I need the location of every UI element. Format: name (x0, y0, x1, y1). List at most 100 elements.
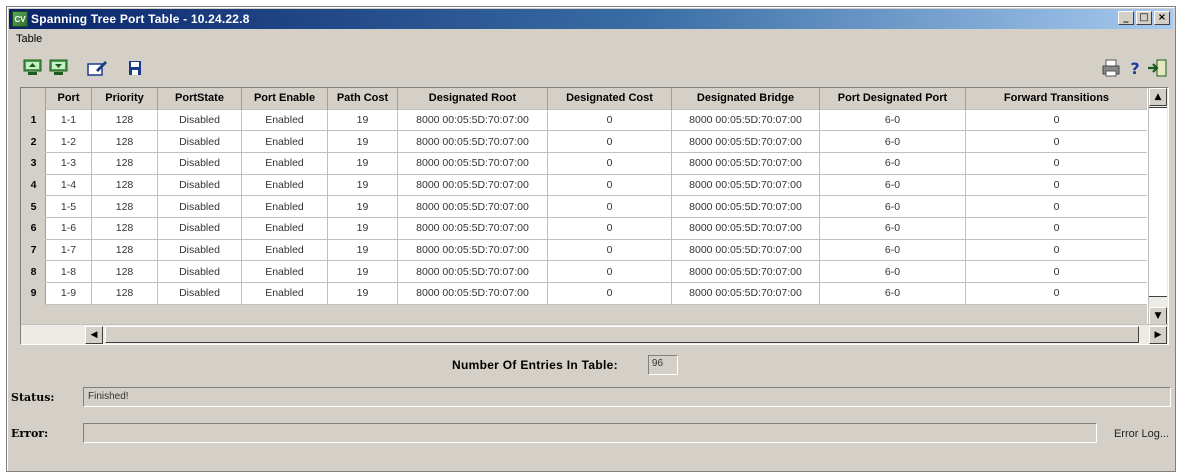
cell-designated-root[interactable]: 8000 00:05:5D:70:07:00 (397, 108, 548, 132)
save-button[interactable] (123, 57, 147, 79)
cell-path-cost[interactable]: 19 (327, 216, 398, 240)
cell-path-cost[interactable]: 19 (327, 260, 398, 283)
edit-button[interactable] (85, 57, 109, 79)
error-log-button[interactable]: Error Log... (1114, 428, 1169, 440)
cell-designated-cost[interactable]: 0 (547, 238, 672, 262)
scroll-left-button[interactable]: ◀ (85, 326, 103, 344)
menu-table[interactable]: Table (13, 33, 45, 45)
cell-port[interactable]: 1-6 (45, 216, 92, 240)
cell-portstate[interactable]: Disabled (157, 151, 242, 175)
cell-designated-root[interactable]: 8000 00:05:5D:70:07:00 (397, 173, 548, 197)
cell-port-enable[interactable]: Enabled (241, 260, 328, 283)
cell-designated-bridge[interactable]: 8000 00:05:5D:70:07:00 (671, 195, 820, 218)
cell-designated-bridge[interactable]: 8000 00:05:5D:70:07:00 (671, 130, 820, 153)
cell-designated-bridge[interactable]: 8000 00:05:5D:70:07:00 (671, 282, 820, 305)
cell-path-cost[interactable]: 19 (327, 195, 398, 218)
cell-designated-root[interactable]: 8000 00:05:5D:70:07:00 (397, 282, 548, 305)
cell-priority[interactable]: 128 (91, 195, 158, 218)
cell-portstate[interactable]: Disabled (157, 238, 242, 262)
vertical-scroll-track[interactable] (1149, 107, 1167, 297)
column-header-path-cost[interactable]: Path Cost (327, 88, 398, 109)
cell-port-designated-port[interactable]: 6-0 (819, 216, 966, 240)
cell-designated-bridge[interactable]: 8000 00:05:5D:70:07:00 (671, 173, 820, 197)
cell-path-cost[interactable]: 19 (327, 282, 398, 305)
cell-designated-cost[interactable]: 0 (547, 108, 672, 132)
cell-designated-root[interactable]: 8000 00:05:5D:70:07:00 (397, 195, 548, 218)
cell-port-designated-port[interactable]: 6-0 (819, 282, 966, 305)
column-header-port-designated-port[interactable]: Port Designated Port (819, 88, 966, 109)
column-header-designated-root[interactable]: Designated Root (397, 88, 548, 109)
cell-designated-cost[interactable]: 0 (547, 173, 672, 197)
cell-priority[interactable]: 128 (91, 216, 158, 240)
table-row[interactable]: 9 1-9 128 Disabled Enabled 19 8000 00:05:5D:70… (21, 282, 1147, 305)
cell-port[interactable]: 1-2 (45, 130, 92, 153)
cell-designated-cost[interactable]: 0 (547, 260, 672, 283)
column-header-priority[interactable]: Priority (91, 88, 158, 109)
cell-forward-transitions[interactable]: 0 (965, 282, 1147, 305)
cell-forward-transitions[interactable]: 0 (965, 260, 1147, 283)
cell-port-designated-port[interactable]: 6-0 (819, 238, 966, 262)
column-header-forward-transitions[interactable]: Forward Transitions (965, 88, 1147, 109)
cell-designated-root[interactable]: 8000 00:05:5D:70:07:00 (397, 238, 548, 262)
help-button[interactable]: ? (1123, 57, 1147, 79)
table-row[interactable]: 6 1-6 128 Disabled Enabled 19 8000 00:05:5D:70… (21, 216, 1147, 240)
cell-priority[interactable]: 128 (91, 238, 158, 262)
cell-designated-bridge[interactable]: 8000 00:05:5D:70:07:00 (671, 238, 820, 262)
cell-priority[interactable]: 128 (91, 260, 158, 283)
cell-designated-cost[interactable]: 0 (547, 195, 672, 218)
close-button[interactable]: × (1154, 11, 1170, 25)
cell-path-cost[interactable]: 19 (327, 130, 398, 153)
cell-port-designated-port[interactable]: 6-0 (819, 130, 966, 153)
cell-port-enable[interactable]: Enabled (241, 216, 328, 240)
cell-priority[interactable]: 128 (91, 282, 158, 305)
table-row[interactable]: 5 1-5 128 Disabled Enabled 19 8000 00:05:5D:70… (21, 195, 1147, 218)
table-row[interactable]: 2 1-2 128 Disabled Enabled 19 8000 00:05:5D:70… (21, 130, 1147, 153)
cell-designated-root[interactable]: 8000 00:05:5D:70:07:00 (397, 216, 548, 240)
column-header-port-enable[interactable]: Port Enable (241, 88, 328, 109)
cell-designated-root[interactable]: 8000 00:05:5D:70:07:00 (397, 151, 548, 175)
cell-priority[interactable]: 128 (91, 108, 158, 132)
cell-path-cost[interactable]: 19 (327, 108, 398, 132)
cell-forward-transitions[interactable]: 0 (965, 238, 1147, 262)
cell-forward-transitions[interactable]: 0 (965, 151, 1147, 175)
cell-port-enable[interactable]: Enabled (241, 130, 328, 153)
column-header-port[interactable]: Port (45, 88, 92, 109)
cell-port[interactable]: 1-3 (45, 151, 92, 175)
cell-port[interactable]: 1-5 (45, 195, 92, 218)
vertical-scrollbar[interactable]: ▲ ▼ (1148, 88, 1168, 325)
cell-portstate[interactable]: Disabled (157, 260, 242, 283)
cell-port-designated-port[interactable]: 6-0 (819, 260, 966, 283)
maximize-button[interactable]: □ (1136, 11, 1152, 25)
cell-port-designated-port[interactable]: 6-0 (819, 151, 966, 175)
cell-designated-bridge[interactable]: 8000 00:05:5D:70:07:00 (671, 216, 820, 240)
cell-portstate[interactable]: Disabled (157, 173, 242, 197)
cell-port-enable[interactable]: Enabled (241, 238, 328, 262)
cell-port-designated-port[interactable]: 6-0 (819, 195, 966, 218)
cell-designated-cost[interactable]: 0 (547, 151, 672, 175)
cell-portstate[interactable]: Disabled (157, 282, 242, 305)
cell-portstate[interactable]: Disabled (157, 108, 242, 132)
column-header-designated-bridge[interactable]: Designated Bridge (671, 88, 820, 109)
cell-portstate[interactable]: Disabled (157, 130, 242, 153)
exit-button[interactable] (1145, 57, 1169, 79)
cell-port-enable[interactable]: Enabled (241, 282, 328, 305)
download-button[interactable] (47, 57, 71, 79)
cell-path-cost[interactable]: 19 (327, 173, 398, 197)
cell-designated-bridge[interactable]: 8000 00:05:5D:70:07:00 (671, 151, 820, 175)
table-row[interactable]: 3 1-3 128 Disabled Enabled 19 8000 00:05:5D:70… (21, 151, 1147, 175)
cell-port-enable[interactable]: Enabled (241, 151, 328, 175)
cell-portstate[interactable]: Disabled (157, 216, 242, 240)
horizontal-scroll-thumb[interactable] (105, 326, 1139, 343)
scroll-right-button[interactable]: ▶ (1149, 326, 1167, 344)
cell-designated-root[interactable]: 8000 00:05:5D:70:07:00 (397, 130, 548, 153)
title-bar[interactable]: CV Spanning Tree Port Table - 10.24.22.8… (9, 9, 1173, 29)
cell-portstate[interactable]: Disabled (157, 195, 242, 218)
cell-priority[interactable]: 128 (91, 130, 158, 153)
cell-port-enable[interactable]: Enabled (241, 173, 328, 197)
cell-designated-cost[interactable]: 0 (547, 130, 672, 153)
cell-port-enable[interactable]: Enabled (241, 108, 328, 132)
scroll-down-button[interactable]: ▼ (1149, 307, 1167, 325)
scroll-up-button[interactable]: ▲ (1149, 88, 1167, 106)
cell-priority[interactable]: 128 (91, 173, 158, 197)
cell-port[interactable]: 1-1 (45, 108, 92, 132)
